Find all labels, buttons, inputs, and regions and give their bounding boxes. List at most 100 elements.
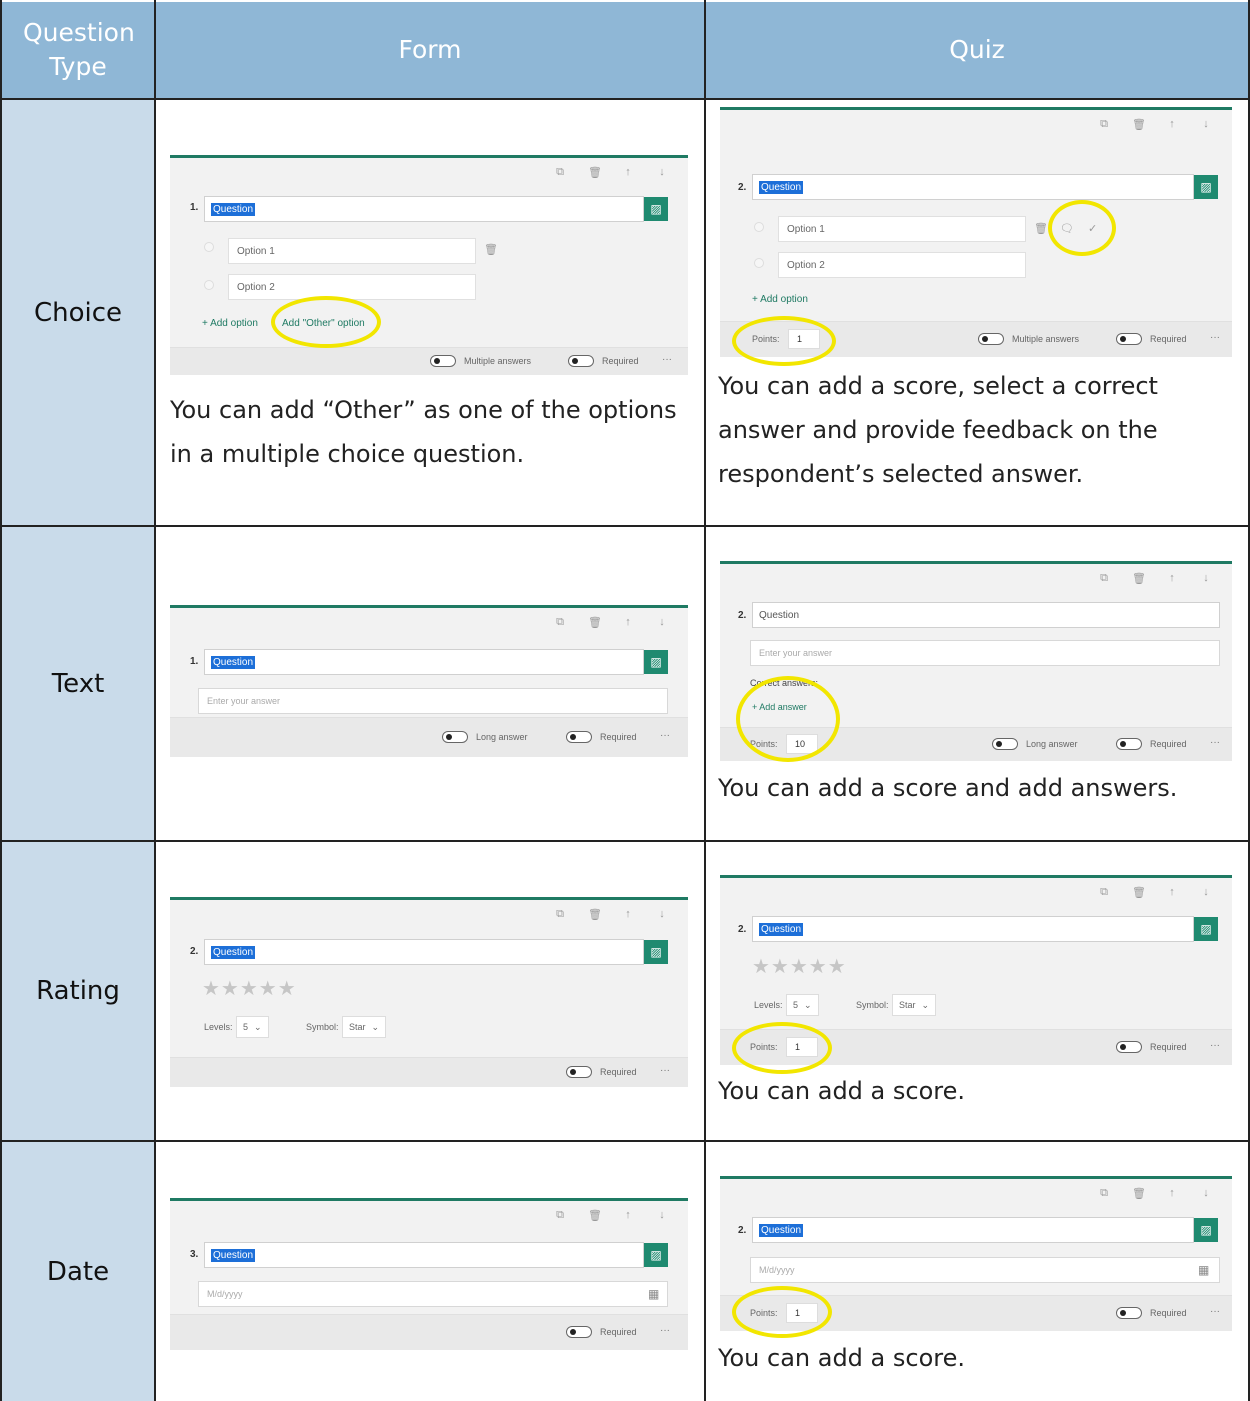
long-answer-toggle[interactable] bbox=[992, 738, 1018, 750]
date-input[interactable]: M/d/yyyy bbox=[750, 1257, 1220, 1283]
copy-icon[interactable]: ⧉ bbox=[554, 1209, 566, 1222]
option-2[interactable]: Option 2 bbox=[228, 274, 476, 300]
delete-icon[interactable]: 🗑 bbox=[1132, 118, 1146, 131]
choice-form-caption: You can add “Other” as one of the option… bbox=[170, 396, 677, 468]
move-down-icon[interactable]: ↓ bbox=[656, 166, 668, 179]
delete-icon[interactable]: 🗑 bbox=[588, 908, 602, 921]
move-up-icon[interactable]: ↑ bbox=[622, 1209, 634, 1222]
levels-select[interactable]: 5 ⌄ bbox=[236, 1016, 269, 1038]
copy-icon[interactable]: ⧉ bbox=[1098, 572, 1110, 585]
required-toggle[interactable] bbox=[1116, 333, 1142, 345]
move-up-icon[interactable]: ↑ bbox=[1166, 1187, 1178, 1200]
calendar-icon[interactable]: ▦ bbox=[648, 1287, 659, 1301]
date-input[interactable]: M/d/yyyy bbox=[198, 1281, 668, 1307]
levels-select[interactable]: 5 ⌄ bbox=[786, 994, 819, 1016]
more-icon[interactable]: ··· bbox=[1210, 332, 1220, 343]
calendar-icon[interactable]: ▦ bbox=[1198, 1263, 1209, 1277]
question-number: 2. bbox=[738, 1225, 747, 1236]
required-label: Required bbox=[1150, 334, 1187, 344]
more-icon[interactable]: ··· bbox=[660, 730, 670, 741]
delete-icon[interactable]: 🗑 bbox=[1132, 886, 1146, 899]
more-icon[interactable]: ··· bbox=[662, 354, 672, 365]
delete-icon[interactable]: 🗑 bbox=[1132, 572, 1146, 585]
delete-icon[interactable]: 🗑 bbox=[484, 243, 498, 256]
required-toggle[interactable] bbox=[1116, 1307, 1142, 1319]
delete-icon[interactable]: 🗑 bbox=[588, 616, 602, 629]
move-down-icon[interactable]: ↓ bbox=[1200, 572, 1212, 585]
image-icon[interactable]: ▨ bbox=[1194, 1218, 1218, 1242]
delete-icon[interactable]: 🗑 bbox=[1034, 222, 1048, 235]
answer-input[interactable]: Enter your answer bbox=[750, 640, 1220, 666]
image-icon[interactable]: ▨ bbox=[1194, 917, 1218, 941]
question-input[interactable]: Question bbox=[204, 1242, 644, 1268]
question-input[interactable]: Question bbox=[204, 939, 644, 965]
delete-icon[interactable]: 🗑 bbox=[588, 166, 602, 179]
required-toggle[interactable] bbox=[566, 1326, 592, 1338]
multiple-answers-toggle[interactable] bbox=[978, 333, 1004, 345]
move-down-icon[interactable]: ↓ bbox=[656, 616, 668, 629]
question-input[interactable]: Question bbox=[752, 1217, 1194, 1243]
image-icon[interactable]: ▨ bbox=[644, 650, 668, 674]
card-footer: Long answer Required ··· bbox=[170, 717, 688, 757]
image-icon[interactable]: ▨ bbox=[644, 1243, 668, 1267]
image-icon[interactable]: ▨ bbox=[1194, 175, 1218, 199]
multiple-answers-toggle[interactable] bbox=[430, 355, 456, 367]
copy-icon[interactable]: ⧉ bbox=[1098, 118, 1110, 131]
question-input[interactable]: Question bbox=[204, 196, 644, 222]
radio-option-1[interactable] bbox=[754, 222, 764, 232]
copy-icon[interactable]: ⧉ bbox=[554, 908, 566, 921]
required-label: Required bbox=[600, 1327, 637, 1337]
symbol-select[interactable]: Star ⌄ bbox=[342, 1016, 387, 1038]
symbol-select[interactable]: Star ⌄ bbox=[892, 994, 937, 1016]
copy-icon[interactable]: ⧉ bbox=[1098, 1187, 1110, 1200]
highlight-circle bbox=[732, 1286, 832, 1338]
move-up-icon[interactable]: ↑ bbox=[1166, 118, 1178, 131]
question-input[interactable]: Question bbox=[752, 916, 1194, 942]
more-icon[interactable]: ··· bbox=[660, 1325, 670, 1336]
chevron-down-icon: ⌄ bbox=[804, 999, 812, 1010]
question-input[interactable]: Question bbox=[204, 649, 644, 675]
move-up-icon[interactable]: ↑ bbox=[622, 616, 634, 629]
required-toggle[interactable] bbox=[1116, 1041, 1142, 1053]
image-icon[interactable]: ▨ bbox=[644, 197, 668, 221]
radio-option-2[interactable] bbox=[204, 280, 214, 290]
option-2[interactable]: Option 2 bbox=[778, 252, 1026, 278]
move-down-icon[interactable]: ↓ bbox=[656, 1209, 668, 1222]
more-icon[interactable]: ··· bbox=[1210, 1306, 1220, 1317]
move-down-icon[interactable]: ↓ bbox=[656, 908, 668, 921]
date-quiz-caption: You can add a score. bbox=[718, 1344, 965, 1372]
delete-icon[interactable]: 🗑 bbox=[588, 1209, 602, 1222]
required-toggle[interactable] bbox=[1116, 738, 1142, 750]
question-input[interactable]: Question bbox=[752, 174, 1194, 200]
long-answer-label: Long answer bbox=[476, 732, 528, 742]
move-down-icon[interactable]: ↓ bbox=[1200, 886, 1212, 899]
delete-icon[interactable]: 🗑 bbox=[1132, 1187, 1146, 1200]
move-down-icon[interactable]: ↓ bbox=[1200, 118, 1212, 131]
copy-icon[interactable]: ⧉ bbox=[554, 616, 566, 629]
move-up-icon[interactable]: ↑ bbox=[1166, 886, 1178, 899]
more-icon[interactable]: ··· bbox=[1210, 1040, 1220, 1051]
option-1[interactable]: Option 1 bbox=[778, 216, 1026, 242]
symbol-value: Star bbox=[899, 1000, 916, 1010]
required-toggle[interactable] bbox=[566, 1066, 592, 1078]
add-option-link[interactable]: + Add option bbox=[202, 318, 258, 329]
copy-icon[interactable]: ⧉ bbox=[554, 166, 566, 179]
option-1[interactable]: Option 1 bbox=[228, 238, 476, 264]
required-toggle[interactable] bbox=[568, 355, 594, 367]
row-divider bbox=[0, 1140, 1250, 1142]
move-up-icon[interactable]: ↑ bbox=[622, 166, 634, 179]
long-answer-toggle[interactable] bbox=[442, 731, 468, 743]
more-icon[interactable]: ··· bbox=[1210, 737, 1220, 748]
radio-option-2[interactable] bbox=[754, 258, 764, 268]
more-icon[interactable]: ··· bbox=[660, 1065, 670, 1076]
move-down-icon[interactable]: ↓ bbox=[1200, 1187, 1212, 1200]
add-option-link[interactable]: + Add option bbox=[752, 294, 808, 305]
answer-input[interactable]: Enter your answer bbox=[198, 688, 668, 714]
move-up-icon[interactable]: ↑ bbox=[622, 908, 634, 921]
question-input[interactable]: Question bbox=[752, 602, 1220, 628]
move-up-icon[interactable]: ↑ bbox=[1166, 572, 1178, 585]
copy-icon[interactable]: ⧉ bbox=[1098, 886, 1110, 899]
radio-option-1[interactable] bbox=[204, 242, 214, 252]
image-icon[interactable]: ▨ bbox=[644, 940, 668, 964]
required-toggle[interactable] bbox=[566, 731, 592, 743]
